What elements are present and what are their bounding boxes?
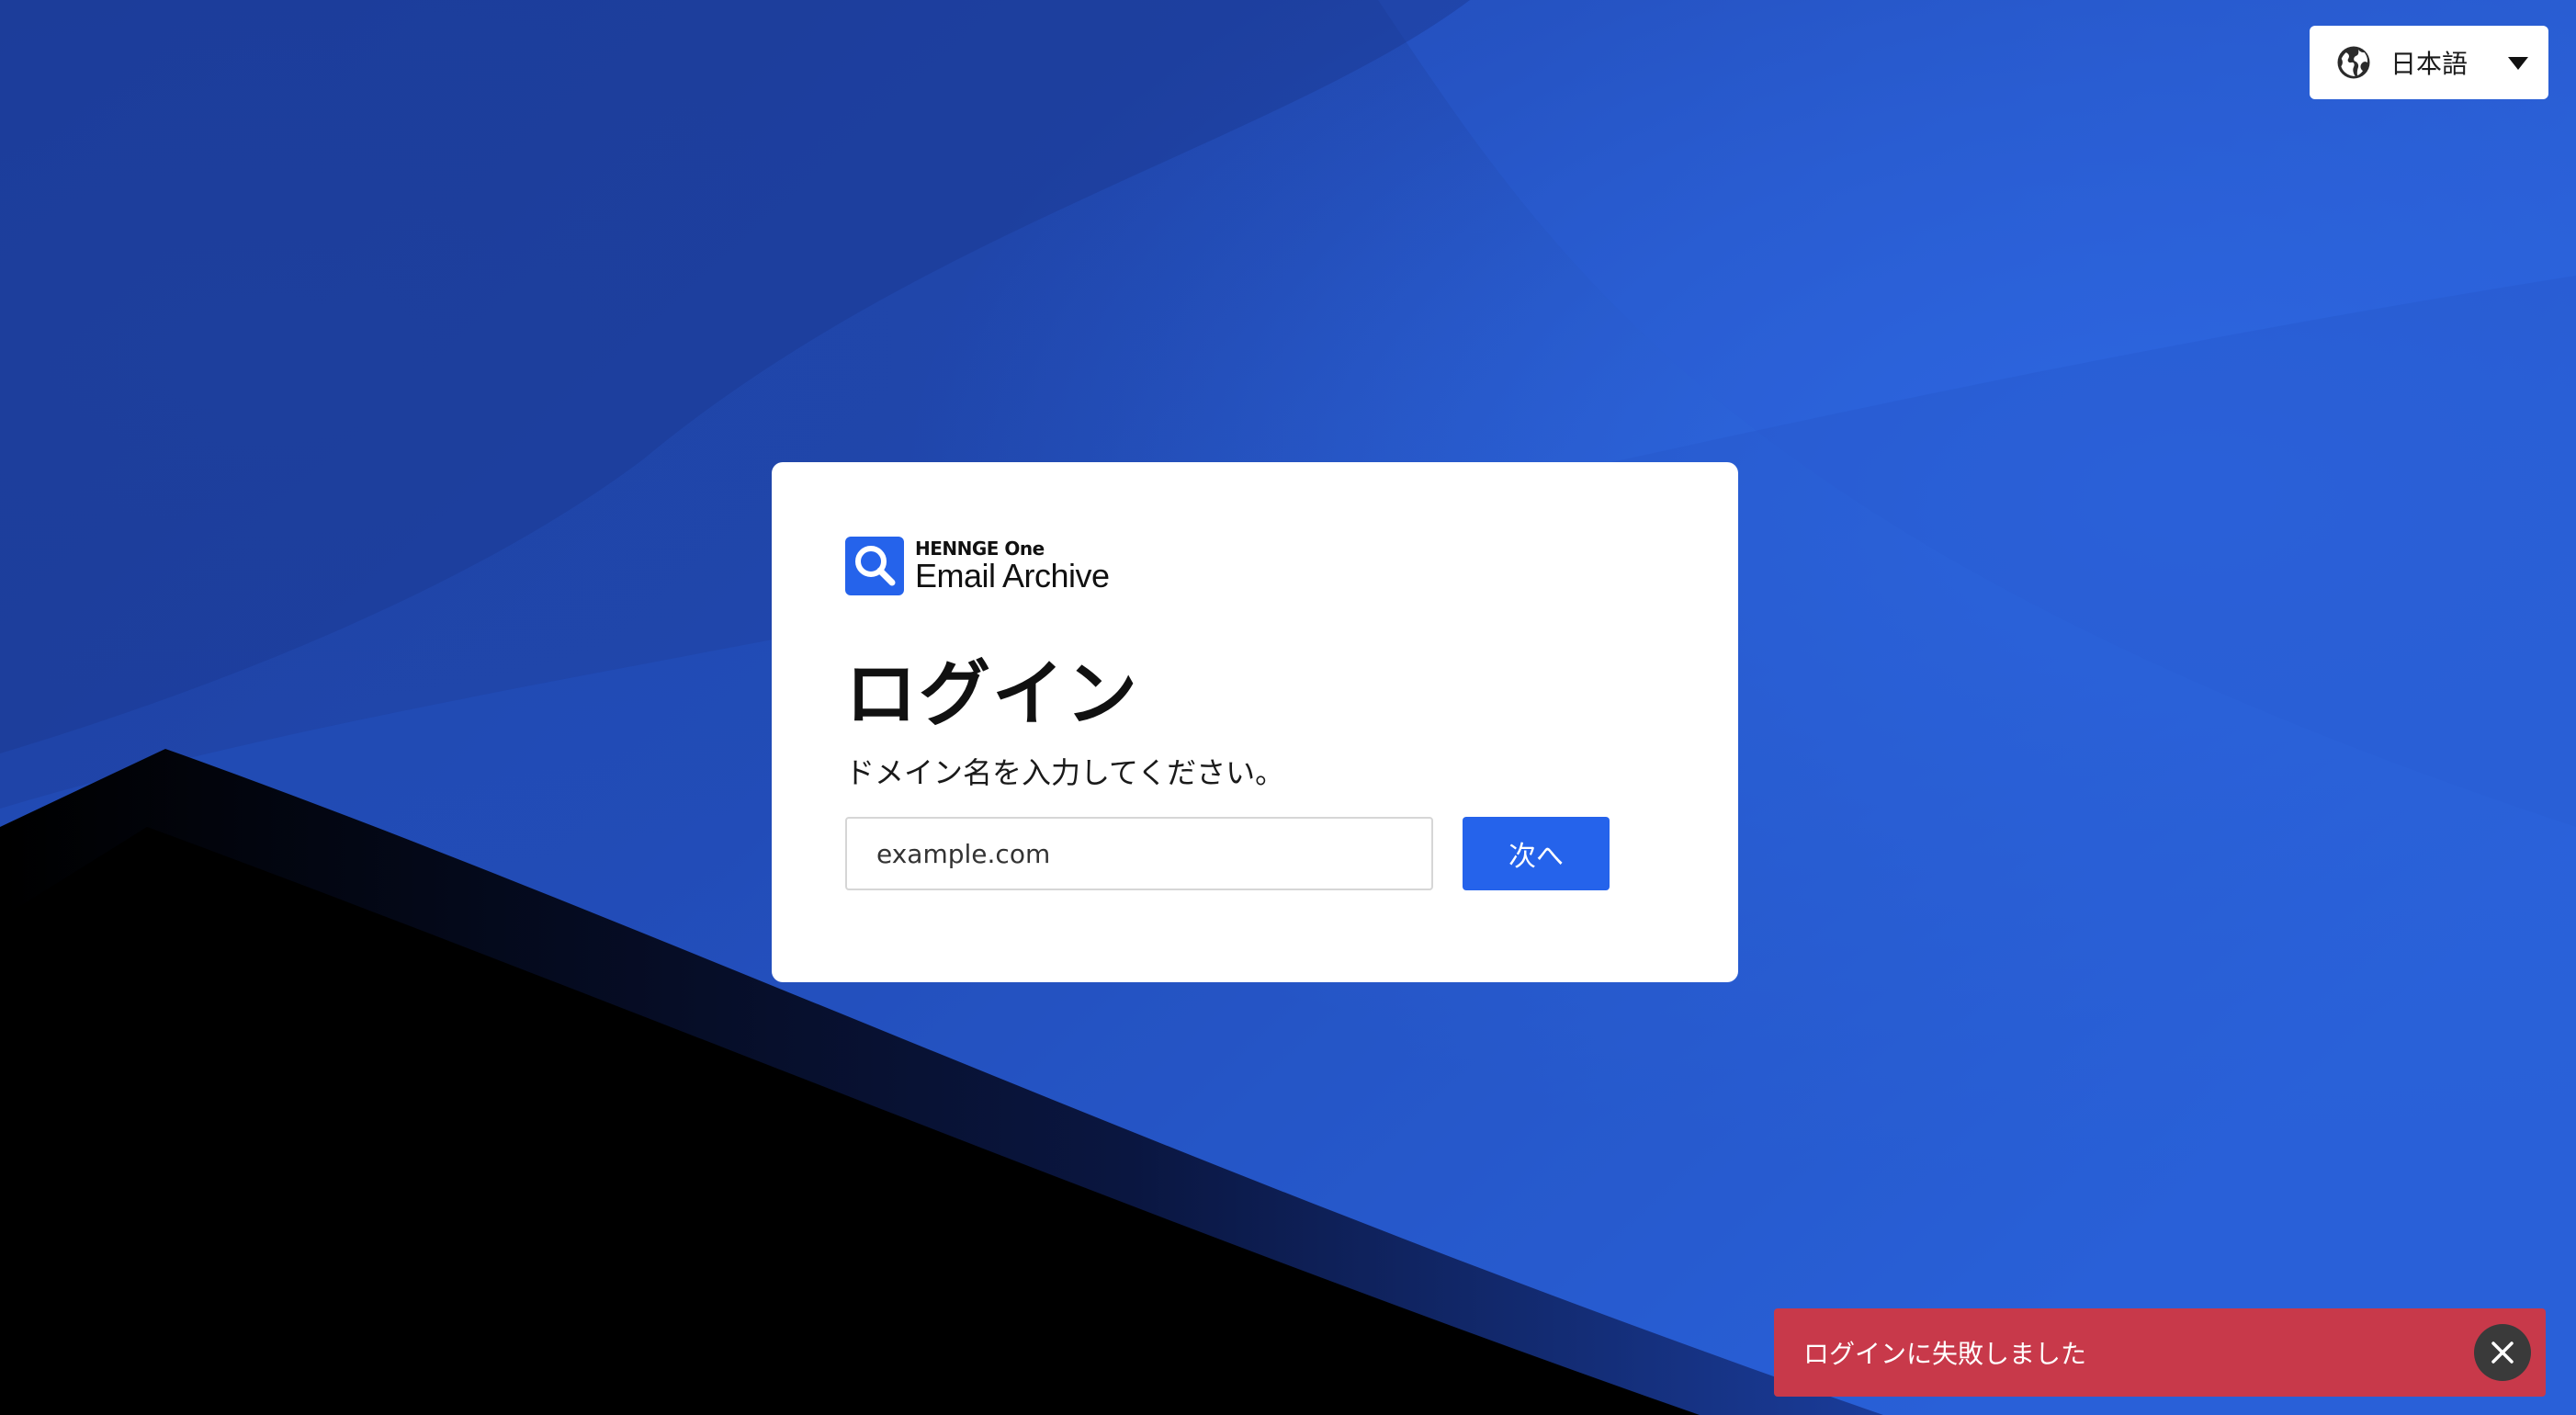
close-icon[interactable] [2474, 1324, 2531, 1381]
language-selector[interactable]: 日本語 [2310, 26, 2548, 99]
next-button[interactable]: 次へ [1463, 817, 1610, 890]
error-message: ログインに失敗しました [1803, 1339, 2087, 1369]
magnifier-icon [845, 537, 904, 595]
product-logo: HENNGE One Email Archive [845, 536, 1738, 596]
globe-icon [2335, 44, 2372, 81]
domain-input[interactable] [845, 817, 1433, 890]
logo-brand: HENNGE One [915, 538, 1045, 560]
instruction-text: ドメイン名を入力してください。 [845, 755, 1285, 790]
error-toast: ログインに失敗しました [1774, 1308, 2546, 1397]
domain-form: 次へ [845, 817, 1738, 890]
logo-product: Email Archive [915, 557, 1110, 594]
caret-down-icon [2508, 56, 2528, 70]
login-card: HENNGE One Email Archive ログイン ドメイン名を入力して… [772, 462, 1738, 982]
login-page: 日本語 HENNGE One Email Archive ログイン ドメイン名を… [0, 0, 2576, 1415]
logo-wordmark: HENNGE One Email Archive [915, 538, 1110, 594]
language-label: 日本語 [2390, 49, 2469, 79]
page-title: ログイン [845, 653, 1140, 736]
